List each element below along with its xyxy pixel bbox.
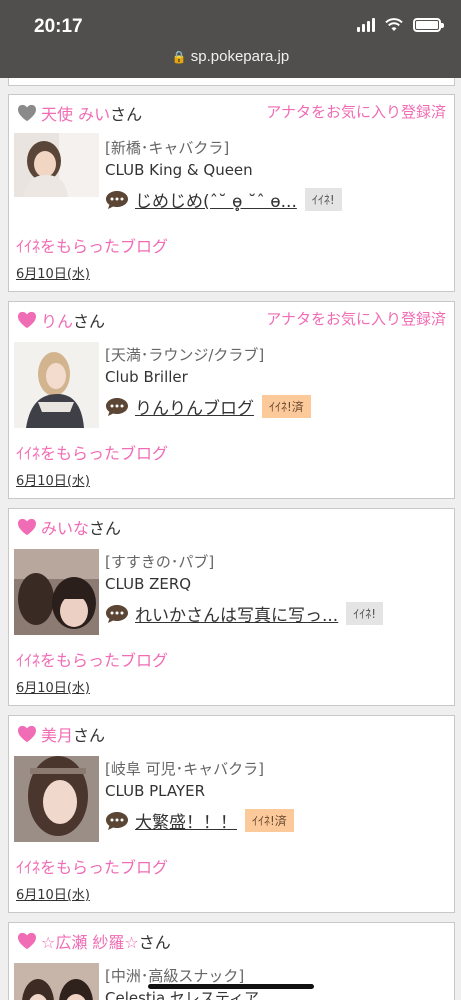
card-header: ☆広瀬 紗羅☆ さん xyxy=(17,929,446,953)
blog-title-link[interactable]: じめじめ(ˆ˘ ɵ̥̥ ˘ˆ ɵ... xyxy=(135,187,297,212)
shop-area: [すすきの･パブ] xyxy=(105,553,215,571)
battery-icon xyxy=(413,18,444,32)
comment-bubble-icon xyxy=(106,811,128,830)
card-header: みいな さん xyxy=(17,515,446,539)
club-name[interactable]: CLUB PLAYER xyxy=(105,780,448,802)
signal-icon xyxy=(357,18,375,32)
club-name[interactable]: CLUB King & Queen xyxy=(105,159,448,181)
card-info: [新橋･キャバクラ] CLUB King & Queen じめじめ(ˆ˘ ɵ̥̥… xyxy=(105,137,448,212)
received-like-label: ｲｲﾈをもらったブログ xyxy=(16,651,169,670)
home-indicator[interactable] xyxy=(148,984,314,989)
blog-row: じめじめ(ˆ˘ ɵ̥̥ ˘ˆ ɵ... ｲｲﾈ! xyxy=(105,187,448,212)
post-date: 6月10日(水) xyxy=(16,267,90,282)
honorific: さん xyxy=(73,312,106,331)
comment-bubble-icon xyxy=(106,397,128,416)
previous-card-edge xyxy=(8,78,455,86)
system-icons xyxy=(357,18,444,32)
like-button[interactable]: ｲｲﾈ! xyxy=(346,602,384,625)
cast-photo[interactable] xyxy=(14,963,99,1000)
heart-icon[interactable] xyxy=(17,311,37,329)
honorific: さん xyxy=(138,933,171,952)
favorite-status: アナタをお気に入り登録済 xyxy=(266,103,446,121)
card-info: [天満･ラウンジ/クラブ] Club Briller りんりんブログ ｲｲﾈ!済 xyxy=(105,344,448,419)
club-name[interactable]: Club Briller xyxy=(105,366,448,388)
shop-area: [天満･ラウンジ/クラブ] xyxy=(105,346,265,364)
card-info: [岐阜 可児･キャバクラ] CLUB PLAYER 大繁盛！！！ ｲｲﾈ!済 xyxy=(105,758,448,833)
heart-icon[interactable] xyxy=(17,104,37,122)
cast-name-link[interactable]: ☆広瀬 紗羅☆ xyxy=(41,929,139,953)
blog-title-link[interactable]: れいかさんは写真に写っ... xyxy=(135,601,338,626)
cast-photo[interactable] xyxy=(14,342,99,428)
honorific: さん xyxy=(110,105,143,124)
blog-card: みいな さん [すすきの･パブ] CLUB ZERQ れいかさんは写真に写っ...… xyxy=(8,508,455,706)
post-date: 6月10日(水) xyxy=(16,888,90,903)
post-date: 6月10日(水) xyxy=(16,681,90,696)
cast-name-link[interactable]: 美月 xyxy=(41,722,73,746)
cast-name-link[interactable]: みいな xyxy=(41,515,89,539)
heart-icon[interactable] xyxy=(17,518,37,536)
club-name[interactable]: CLUB ZERQ xyxy=(105,573,448,595)
shop-area: [新橋･キャバクラ] xyxy=(105,139,230,157)
blog-row: 大繁盛！！！ ｲｲﾈ!済 xyxy=(105,808,448,833)
blog-feed[interactable]: 天使 みい さん アナタをお気に入り登録済 [新橋･キャバクラ] CLUB Kin… xyxy=(0,78,461,1000)
clock: 20:17 xyxy=(34,16,83,37)
blog-card: りん さん アナタをお気に入り登録済 [天満･ラウンジ/クラブ] Club Bri… xyxy=(8,301,455,499)
comment-bubble-icon xyxy=(106,190,128,209)
like-button-done[interactable]: ｲｲﾈ!済 xyxy=(262,395,311,418)
like-button[interactable]: ｲｲﾈ! xyxy=(304,188,342,211)
address-bar[interactable]: 🔒 sp.pokepara.jp xyxy=(0,48,461,65)
blog-title-link[interactable]: りんりんブログ xyxy=(135,394,254,419)
honorific: さん xyxy=(73,726,106,745)
status-bar: 20:17 🔒 sp.pokepara.jp xyxy=(0,0,461,78)
shop-area: [岐阜 可児･キャバクラ] xyxy=(105,760,264,778)
card-info: [すすきの･パブ] CLUB ZERQ れいかさんは写真に写っ... ｲｲﾈ! xyxy=(105,551,448,626)
heart-icon[interactable] xyxy=(17,725,37,743)
cast-photo[interactable] xyxy=(14,133,99,197)
comment-bubble-icon xyxy=(106,604,128,623)
blog-title-link[interactable]: 大繁盛！！！ xyxy=(135,808,237,833)
cast-photo[interactable] xyxy=(14,549,99,635)
cast-name-link[interactable]: りん xyxy=(41,308,73,332)
honorific: さん xyxy=(89,519,122,538)
wifi-icon xyxy=(385,18,403,31)
received-like-label: ｲｲﾈをもらったブログ xyxy=(16,444,169,463)
post-date: 6月10日(水) xyxy=(16,474,90,489)
received-like-label: ｲｲﾈをもらったブログ xyxy=(16,237,169,256)
url-text: sp.pokepara.jp xyxy=(190,48,290,65)
cast-name-link[interactable]: 天使 みい xyxy=(41,101,110,125)
lock-icon: 🔒 xyxy=(171,50,187,64)
blog-card: 美月 さん [岐阜 可児･キャバクラ] CLUB PLAYER 大繁盛！！！ ｲｲ… xyxy=(8,715,455,913)
like-button-done[interactable]: ｲｲﾈ!済 xyxy=(245,809,294,832)
heart-icon[interactable] xyxy=(17,932,37,950)
blog-row: れいかさんは写真に写っ... ｲｲﾈ! xyxy=(105,601,448,626)
received-like-label: ｲｲﾈをもらったブログ xyxy=(16,858,169,877)
cast-photo[interactable] xyxy=(14,756,99,842)
favorite-status: アナタをお気に入り登録済 xyxy=(266,310,446,328)
card-header: 美月 さん xyxy=(17,722,446,746)
blog-card: 天使 みい さん アナタをお気に入り登録済 [新橋･キャバクラ] CLUB Kin… xyxy=(8,94,455,292)
card-info: [中洲･高級スナック] Celestia セレスティア xyxy=(105,965,448,1000)
blog-row: りんりんブログ ｲｲﾈ!済 xyxy=(105,394,448,419)
